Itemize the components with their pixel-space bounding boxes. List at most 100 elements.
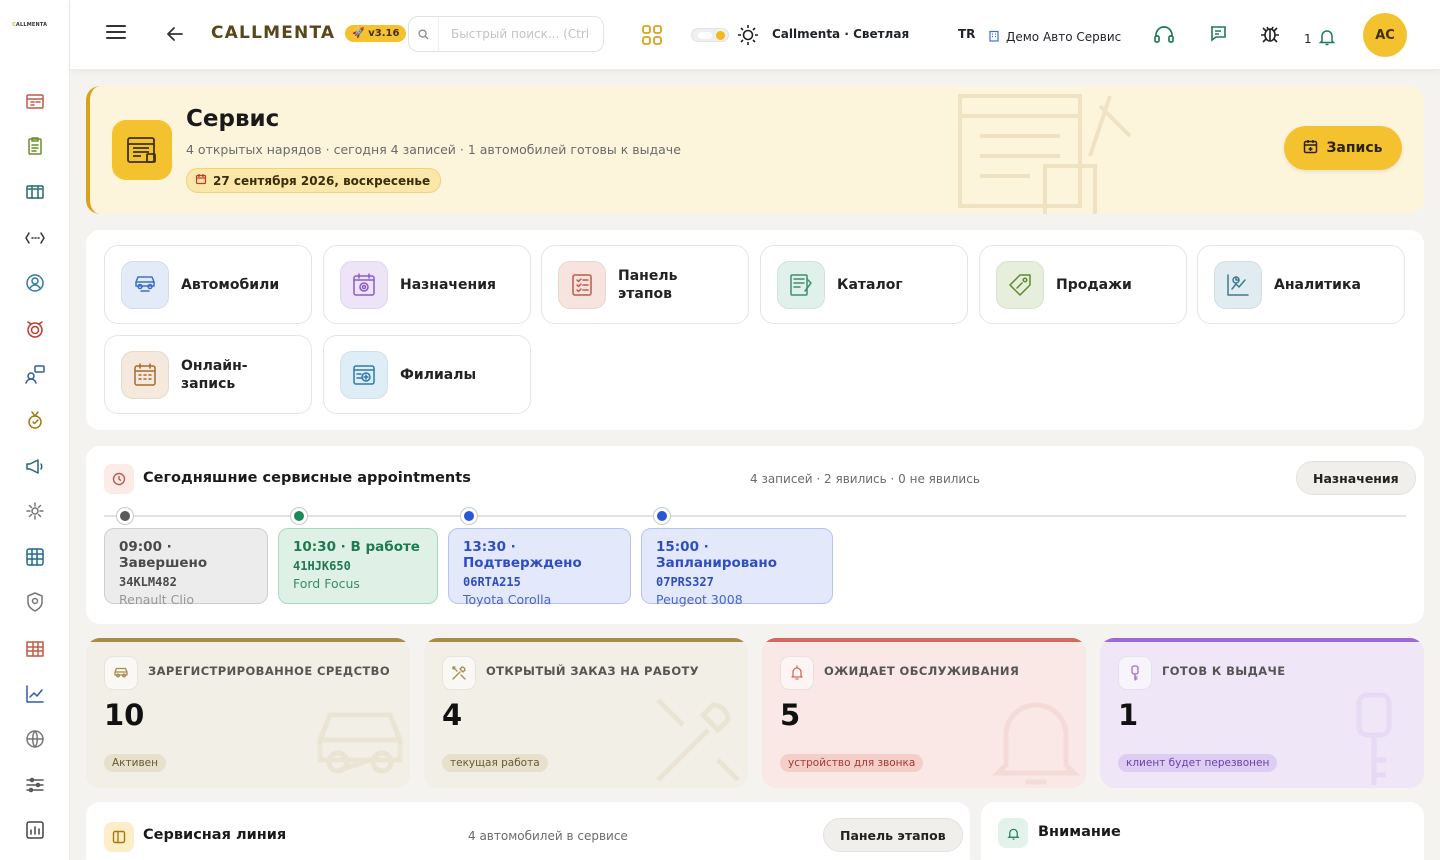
back-arrow-icon[interactable] (166, 26, 184, 42)
stat-label: ОЖИДАЕТ ОБСЛУЖИВАНИЯ (824, 664, 1020, 678)
bell-icon (780, 656, 814, 690)
module-tile-tag[interactable]: Продажи (979, 245, 1187, 324)
module-tile-car[interactable]: Автомобили (104, 245, 312, 324)
stat-label: ГОТОВ К ВЫДАЧЕ (1162, 664, 1286, 678)
user-circle-icon[interactable] (0, 260, 70, 306)
report-icon[interactable] (0, 808, 70, 854)
dashboard-icon[interactable] (0, 78, 70, 124)
medal-icon[interactable] (0, 397, 70, 443)
stat-card[interactable]: ГОТОВ К ВЫДАЧЕ 1 клиент будет перезвонен (1100, 638, 1424, 788)
stat-accent (1100, 638, 1424, 642)
brand-name[interactable]: CALLMENTA (211, 23, 335, 43)
appointment-plate: 06RTA215 (463, 575, 521, 589)
version-badge: 🚀 v3.16 (345, 24, 407, 42)
gear-icon[interactable] (0, 488, 70, 534)
grid-icon[interactable] (0, 534, 70, 580)
checklist-icon (558, 260, 606, 309)
stages-panel-button[interactable]: Панель этапов (823, 818, 963, 852)
module-label: Продажи (1056, 276, 1132, 293)
stat-card[interactable]: ОТКРЫТЫЙ ЗАКАЗ НА РАБОТУ 4 текущая работ… (424, 638, 748, 788)
appointments-title: Сегодняшние сервисные appointments (143, 470, 471, 486)
sidebar-logo[interactable]: CALLMENTA (12, 22, 47, 28)
language-selector[interactable]: TR (958, 27, 975, 41)
appointment-time: 09:00 · Завершено (119, 539, 208, 571)
timeline-dot (461, 508, 477, 524)
module-label: Онлайн-запись (181, 357, 248, 392)
search-input[interactable] (439, 17, 603, 51)
date-badge: 27 сентября 2026, воскресенье (186, 168, 442, 193)
menu-icon[interactable] (106, 24, 126, 40)
module-tile-branch[interactable]: Филиалы (323, 335, 531, 414)
bell-icon (1318, 28, 1336, 50)
stat-value: 1 (1118, 698, 1139, 732)
tools-watermark-icon (648, 690, 748, 788)
module-label: Филиалы (400, 366, 477, 383)
calendar-grid-icon (121, 350, 169, 399)
page-title: Сервис (186, 106, 280, 132)
appointment-card[interactable]: 13:30 · Подтверждено 06RTA215 Toyota Corol… (448, 528, 631, 607)
sliders-icon[interactable] (0, 762, 70, 808)
bell-watermark-icon (986, 690, 1086, 788)
kanban-icon[interactable] (0, 169, 70, 215)
code-icon[interactable] (0, 215, 70, 261)
appointment-time: 10:30 · В работе (293, 539, 420, 555)
search-box[interactable] (408, 16, 604, 52)
module-tile-calendar-target[interactable]: Назначения (323, 245, 531, 324)
megaphone-icon[interactable] (0, 443, 70, 489)
apps-grid-icon[interactable] (641, 24, 663, 46)
shield-icon[interactable] (0, 580, 70, 626)
avatar[interactable]: AC (1363, 13, 1407, 57)
appointments-panel: Сегодняшние сервисные appointments 4 зап… (86, 446, 1424, 624)
sidebar: CALLMENTA (0, 0, 70, 860)
pyramid-icon[interactable] (0, 853, 70, 860)
columns-icon (104, 822, 134, 852)
tools-icon (442, 656, 476, 690)
notifications[interactable]: 1 (1304, 28, 1336, 50)
bug-icon[interactable] (1259, 23, 1281, 45)
appointment-card[interactable]: 09:00 · Завершено 34KLM482 Renault Clio (104, 528, 268, 607)
appointments-button[interactable]: Назначения (1296, 461, 1416, 495)
appointment-car: Renault Clio (119, 592, 194, 607)
stat-card[interactable]: ОЖИДАЕТ ОБСЛУЖИВАНИЯ 5 устройство для зв… (762, 638, 1086, 788)
module-label: Панель этапов (618, 267, 678, 302)
tag-icon (996, 260, 1044, 309)
appointments-stats: 4 записей · 2 явились · 0 не явились (750, 472, 980, 486)
appointment-card[interactable]: 15:00 · Запланировано 07PRS327 Peugeot 300… (641, 528, 833, 607)
module-tile-catalog[interactable]: Каталог (760, 245, 968, 324)
building-icon[interactable] (0, 625, 70, 671)
appointment-card[interactable]: 10:30 · В работе 41HJK650 Ford Focus (278, 528, 438, 604)
chart-line-icon[interactable] (0, 671, 70, 717)
analytics-icon (1214, 260, 1262, 309)
page-subtitle: 4 открытых нарядов · сегодня 4 записей ·… (186, 142, 681, 157)
module-tile-analytics[interactable]: Аналитика (1197, 245, 1405, 324)
module-label: Каталог (837, 276, 903, 293)
chat-icon[interactable] (1208, 24, 1228, 44)
search-icon (409, 17, 439, 51)
headset-icon[interactable] (1153, 24, 1175, 46)
catalog-icon (777, 260, 825, 309)
theme-toggle[interactable] (691, 28, 729, 42)
theme-label[interactable]: Callmenta · Светлая (772, 27, 909, 41)
stat-card[interactable]: ЗАРЕГИСТРИРОВАННОЕ СРЕДСТВО 10 Активен (86, 638, 410, 788)
car-icon (121, 260, 169, 309)
stat-chip: Активен (104, 754, 166, 772)
module-label: Автомобили (181, 276, 280, 293)
module-tile-checklist[interactable]: Панель этапов (541, 245, 749, 324)
globe-icon[interactable] (0, 716, 70, 762)
calendar-target-icon (340, 260, 388, 309)
module-label: Назначения (400, 276, 496, 293)
appointment-time: 13:30 · Подтверждено (463, 539, 582, 571)
car-icon (104, 656, 138, 690)
module-tile-calendar-grid[interactable]: Онлайн-запись (104, 335, 312, 414)
sun-icon[interactable] (737, 24, 759, 46)
key-icon (1118, 656, 1152, 690)
service-line-panel: Сервисная линия 4 автомобилей в сервисе … (86, 802, 970, 860)
stat-accent (424, 638, 748, 642)
users-chat-icon[interactable] (0, 352, 70, 398)
clipboard-icon[interactable] (0, 124, 70, 170)
alarm-icon[interactable] (0, 306, 70, 352)
service-line-sub: 4 автомобилей в сервисе (468, 829, 628, 843)
create-record-button[interactable]: Запись (1284, 126, 1402, 170)
sidebar-nav (0, 78, 70, 860)
company-selector[interactable]: Демо Авто Сервис (988, 27, 1121, 46)
